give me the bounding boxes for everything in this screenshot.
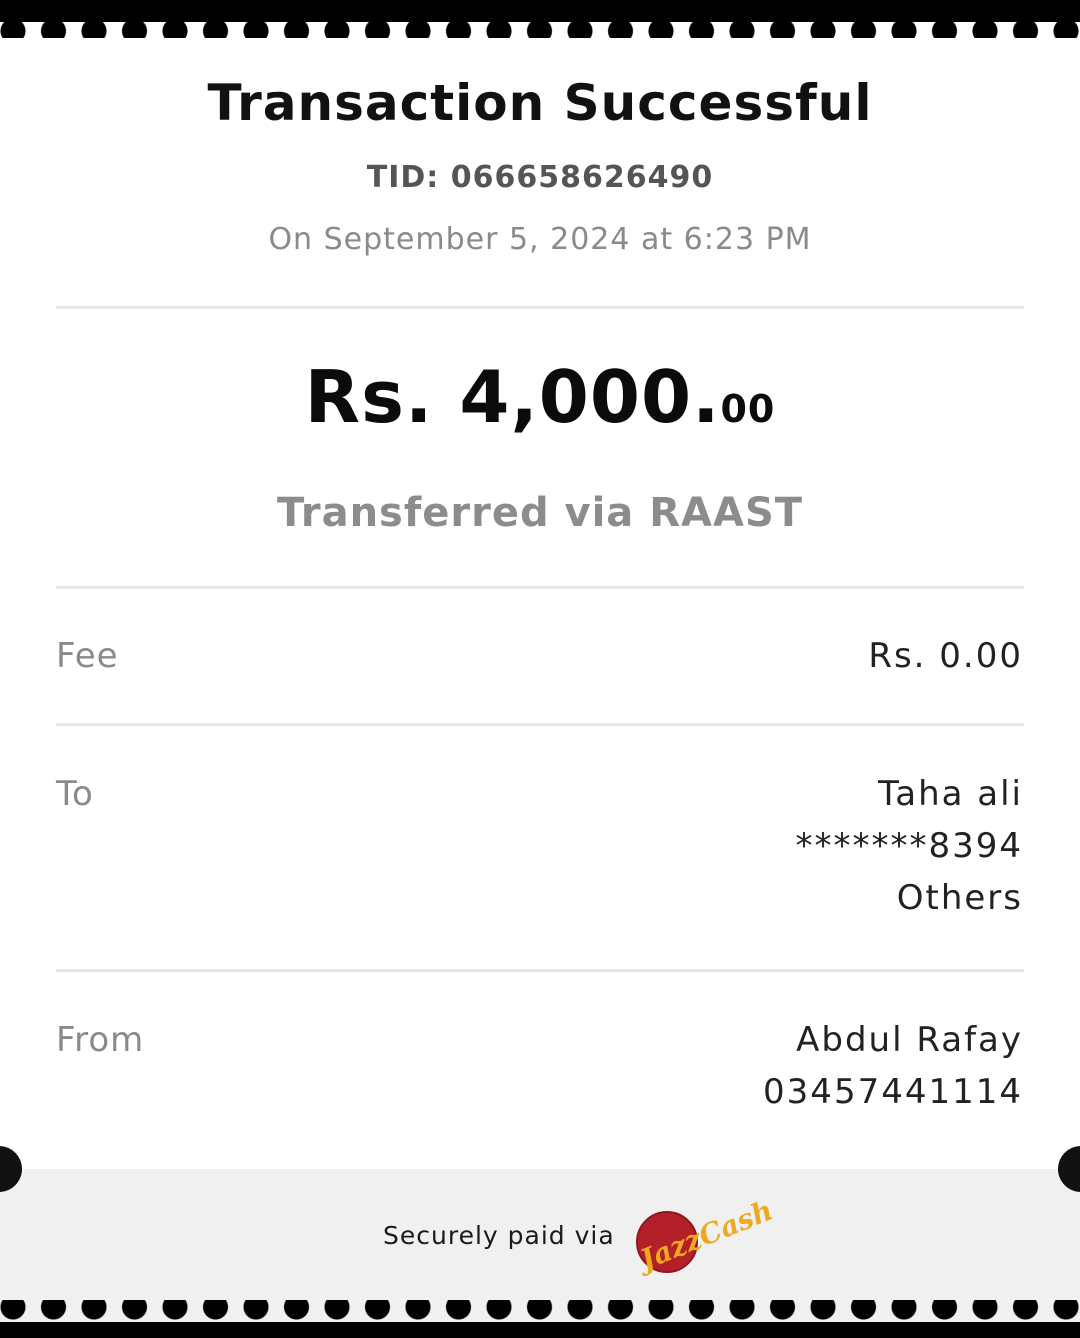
divider [56, 969, 1024, 972]
recipient-details: Taha ali *******8394 Others [795, 768, 1023, 924]
to-label: To [56, 774, 94, 814]
transaction-amount: Rs. 4,000.00 [0, 355, 1080, 439]
fee-amount: Rs. 0.00 [868, 636, 1023, 676]
transaction-id: TID: 066658626490 [366, 160, 714, 195]
page-title: Transaction Successful [207, 74, 873, 132]
amount-cents: 00 [720, 387, 776, 431]
fee-value: Rs. 0.00 [868, 630, 1023, 682]
recipient-bank: Others [896, 878, 1023, 918]
amount-main: Rs. 4,000. [304, 355, 721, 439]
sender-phone: 03457441114 [763, 1072, 1023, 1112]
sender-name: Abdul Rafay [796, 1020, 1023, 1060]
transfer-method: Transferred via RAAST [276, 490, 804, 536]
receipt-top-edge [0, 0, 1080, 38]
divider [56, 723, 1024, 726]
jazzcash-logo: JazzCash [633, 1198, 777, 1276]
recipient-account: *******8394 [795, 826, 1023, 866]
transaction-date: On September 5, 2024 at 6:23 PM [268, 222, 812, 257]
from-label: From [56, 1020, 145, 1060]
footer-text: Securely paid via [383, 1221, 615, 1250]
recipient-name: Taha ali [878, 774, 1023, 814]
receipt-bottom-edge [0, 1300, 1080, 1338]
divider [56, 586, 1024, 589]
divider [56, 306, 1024, 309]
sender-details: Abdul Rafay 03457441114 [763, 1014, 1023, 1118]
fee-label: Fee [56, 636, 119, 676]
